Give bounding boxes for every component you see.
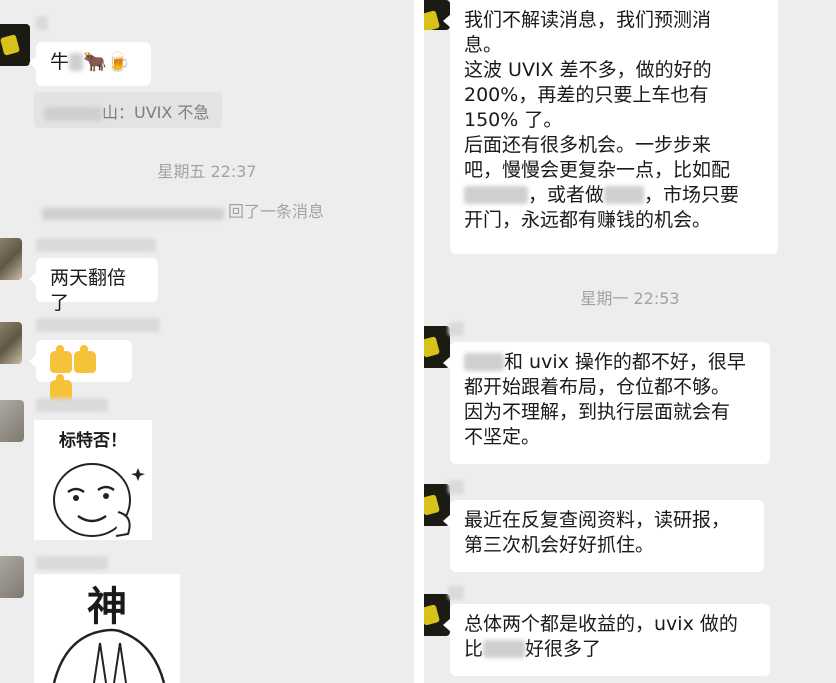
message-line: 后面还有很多机会。一步步来 — [464, 134, 712, 156]
recall-text: 回了一条消息 — [228, 202, 325, 221]
avatar[interactable] — [0, 556, 24, 598]
redacted-text — [464, 186, 528, 204]
line-part: 比 — [464, 638, 484, 660]
line-part: ，或者做 — [528, 184, 605, 206]
message-line: ，或者做 ，市场只要 — [464, 183, 764, 208]
message-line: 150% 了。 — [464, 109, 563, 131]
message-text: 两天翻倍了 — [50, 267, 127, 314]
sender-name — [448, 480, 464, 494]
chat-message[interactable]: 我们不解读消息，我们预测消 息。 这波 UVIX 差不多，做的好的 200%，再… — [443, 0, 778, 254]
sticker-meme[interactable]: 标特否！ — [34, 420, 152, 540]
avatar[interactable] — [0, 24, 30, 66]
quote-text: 山：UVIX 不急 — [102, 103, 210, 122]
thumbs-up-icon — [74, 345, 96, 373]
line-part: 和 uvix 操作的都不好，很早 — [504, 351, 746, 373]
message-line: 不坚定。 — [464, 426, 541, 448]
message-line: 息。 — [464, 34, 503, 56]
praying-hands-icon — [52, 628, 166, 683]
message-line: 开门，永远都有赚钱的机会。 — [464, 209, 712, 231]
sender-name — [36, 318, 160, 332]
sticker-meme[interactable]: 神 — [34, 574, 180, 683]
meme-face-icon — [53, 463, 145, 537]
redacted-text — [44, 107, 102, 121]
chat-message[interactable]: 最近在反复查阅资料，读研报， 第三次机会好好抓住。 — [443, 500, 764, 572]
recall-notice: 回了一条消息 — [42, 198, 382, 222]
message-text: 牛 — [50, 51, 70, 73]
sender-name — [36, 556, 108, 570]
redacted-text — [483, 640, 526, 658]
sender-name — [448, 322, 464, 336]
message-line: 吧，慢慢会更复杂一点，比如配 — [464, 159, 731, 181]
message-line: 最近在反复查阅资料，读研报， — [464, 509, 731, 531]
avatar[interactable] — [0, 238, 22, 280]
sender-name — [448, 586, 464, 600]
sender-name — [36, 398, 108, 412]
message-line: 因为不理解，到执行层面就会有 — [464, 401, 731, 423]
redacted-text — [69, 53, 84, 71]
message-line: 我们不解读消息，我们预测消 — [464, 9, 712, 31]
chat-message[interactable]: 总体两个都是收益的，uvix 做的 比 好很多了 — [443, 604, 770, 676]
message-line: 200%，再差的只要上车也有 — [464, 84, 709, 106]
emoji-text: 🐂🍺 — [83, 51, 131, 73]
chat-message[interactable]: 两天翻倍了 — [29, 258, 158, 314]
quoted-message[interactable]: 山：UVIX 不急 — [34, 92, 222, 128]
message-line: 这波 UVIX 差不多，做的好的 — [464, 59, 712, 81]
redacted-text — [604, 186, 645, 204]
chat-message[interactable]: 和 uvix 操作的都不好，很早 都开始跟着布局，仓位都不够。 因为不理解，到执… — [443, 342, 770, 464]
chat-message[interactable]: 牛 🐂🍺 — [29, 42, 151, 86]
sender-name — [36, 16, 48, 30]
avatar[interactable] — [0, 400, 24, 442]
message-line: 第三次机会好好抓住。 — [464, 534, 655, 556]
message-line: 总体两个都是收益的，uvix 做的 — [464, 613, 738, 635]
message-line: 和 uvix 操作的都不好，很早 — [464, 350, 756, 375]
message-line: 比 好很多了 — [464, 637, 756, 662]
chat-message[interactable] — [29, 340, 132, 402]
message-line: 都开始跟着布局，仓位都不够。 — [464, 376, 731, 398]
timestamp: 星期五 22:37 — [157, 162, 257, 181]
line-part: 好很多了 — [525, 638, 602, 660]
sender-name — [36, 238, 156, 252]
timestamp: 星期一 22:53 — [580, 289, 680, 308]
thumbs-up-icon — [50, 345, 72, 373]
avatar[interactable] — [0, 322, 22, 364]
right-chat-panel: 我们不解读消息，我们预测消 息。 这波 UVIX 差不多，做的好的 200%，再… — [424, 0, 836, 683]
left-chat-panel: 牛 🐂🍺 山：UVIX 不急 星期五 22:37 回了一条消息 两天翻倍了 标特否… — [0, 0, 414, 683]
line-part: ，市场只要 — [644, 184, 740, 206]
redacted-text — [42, 208, 224, 220]
redacted-text — [464, 353, 504, 371]
